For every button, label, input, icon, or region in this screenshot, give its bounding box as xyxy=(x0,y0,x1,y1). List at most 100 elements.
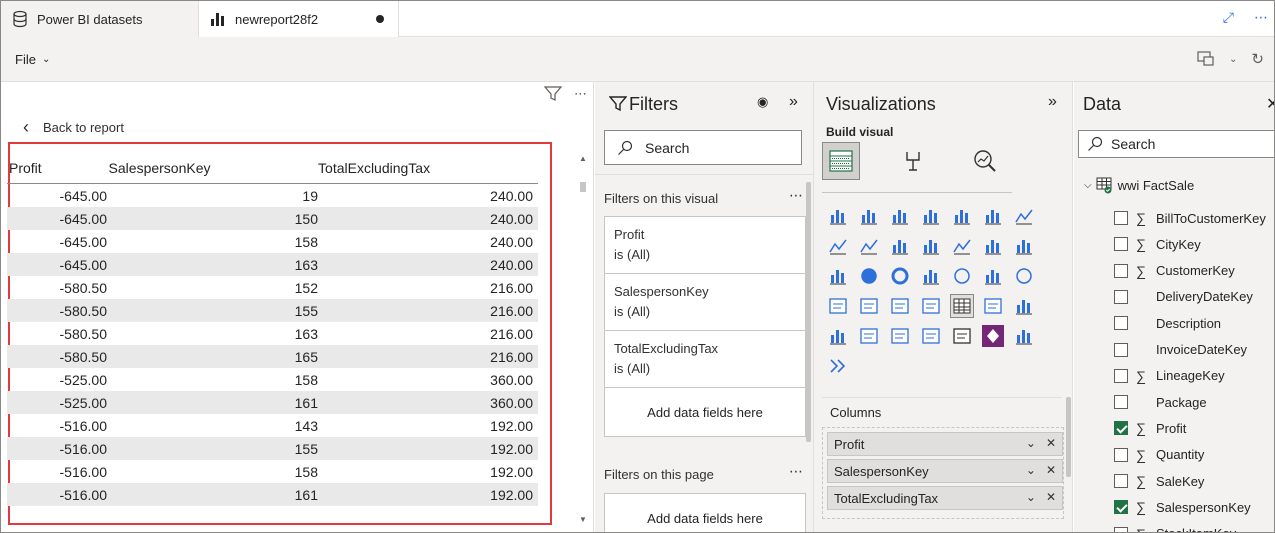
paginated-icon[interactable] xyxy=(950,324,974,348)
power-automate-icon[interactable] xyxy=(1012,324,1036,348)
matrix-icon[interactable] xyxy=(981,294,1005,318)
view-options-icon[interactable] xyxy=(1197,51,1215,67)
filter-card-profit[interactable]: Profit is (All) xyxy=(604,216,806,274)
add-data-fields-visual[interactable]: Add data fields here xyxy=(604,387,806,437)
100-bar-icon[interactable] xyxy=(950,204,974,228)
expand-icon[interactable]: ⤢ xyxy=(1223,9,1234,26)
ribbon-icon[interactable] xyxy=(950,234,974,258)
field-item-deliverydatekey[interactable]: DeliveryDateKey xyxy=(1114,286,1253,308)
scatter-icon[interactable] xyxy=(826,264,850,288)
chevron-down-icon[interactable]: ⌄ xyxy=(1229,54,1237,65)
field-item-package[interactable]: Package xyxy=(1114,391,1207,413)
treemap-icon[interactable] xyxy=(919,264,943,288)
field-item-customerkey[interactable]: ∑ CustomerKey xyxy=(1114,260,1235,282)
checkbox[interactable] xyxy=(1114,526,1128,532)
stacked-bar-icon[interactable] xyxy=(826,204,850,228)
collapse-chevron-icon[interactable]: » xyxy=(789,93,798,111)
scroll-thumb[interactable] xyxy=(580,182,586,192)
more-visuals-icon[interactable] xyxy=(826,354,850,378)
checkbox-checked[interactable] xyxy=(1114,421,1128,436)
filters-scrollbar[interactable] xyxy=(806,182,811,442)
file-menu-button[interactable]: File ⌄ xyxy=(15,52,50,67)
checkbox[interactable] xyxy=(1114,368,1128,383)
tab-newreport[interactable]: newreport28f2 xyxy=(199,1,399,37)
table-icon[interactable] xyxy=(950,294,974,318)
close-icon[interactable]: ✕ xyxy=(1046,463,1056,477)
line-clustered-icon[interactable] xyxy=(919,234,943,258)
clustered-column-icon[interactable] xyxy=(919,204,943,228)
donut-icon[interactable] xyxy=(888,264,912,288)
more-options-icon[interactable]: ⋯ xyxy=(1254,9,1268,26)
refresh-icon[interactable]: ↻ xyxy=(1251,50,1264,68)
field-item-salespersonkey[interactable]: ∑ SalespersonKey xyxy=(1114,496,1251,518)
stacked-area-icon[interactable] xyxy=(857,234,881,258)
field-item-lineagekey[interactable]: ∑ LineageKey xyxy=(1114,365,1225,387)
field-item-description[interactable]: Description xyxy=(1114,312,1221,334)
field-item-salekey[interactable]: ∑ SaleKey xyxy=(1114,470,1204,492)
well-item-totalexcludingtax[interactable]: TotalExcludingTax ⌄ ✕ xyxy=(827,486,1063,510)
build-visual-tab-icon[interactable] xyxy=(822,142,860,180)
more-options-icon[interactable]: ⋯ xyxy=(574,86,587,102)
eye-icon[interactable]: ◉ xyxy=(757,94,768,110)
field-item-quantity[interactable]: ∑ Quantity xyxy=(1114,444,1204,466)
kpi-icon[interactable] xyxy=(888,294,912,318)
100-column-icon[interactable] xyxy=(981,204,1005,228)
filter-card-totalexcludingtax[interactable]: TotalExcludingTax is (All) xyxy=(604,330,806,388)
table-node[interactable]: ⌵ wwi FactSale xyxy=(1084,176,1194,194)
checkbox[interactable] xyxy=(1114,447,1128,462)
slicer-icon[interactable] xyxy=(919,294,943,318)
format-visual-tab-icon[interactable] xyxy=(894,142,932,180)
close-icon[interactable]: ✕ xyxy=(1046,436,1056,450)
checkbox[interactable] xyxy=(1114,237,1128,252)
field-item-stockitemkey[interactable]: ∑ StockItemKey xyxy=(1114,523,1236,532)
smart-narrative-icon[interactable] xyxy=(888,324,912,348)
multi-row-card-icon[interactable] xyxy=(857,294,881,318)
table-scrollbar[interactable]: ▲ ▼ xyxy=(578,154,588,524)
field-item-billtocustomerkey[interactable]: ∑ BillToCustomerKey xyxy=(1114,207,1266,229)
scroll-down-icon[interactable]: ▼ xyxy=(579,515,587,524)
chevron-down-icon[interactable]: ⌄ xyxy=(1026,436,1036,450)
power-apps-icon[interactable] xyxy=(981,324,1005,348)
gauge-icon[interactable] xyxy=(1012,264,1036,288)
scroll-up-icon[interactable]: ▲ xyxy=(579,154,587,163)
collapse-chevron-icon[interactable]: » xyxy=(1048,93,1057,111)
add-data-fields-page[interactable]: Add data fields here xyxy=(604,493,806,532)
decomposition-icon[interactable] xyxy=(1012,294,1036,318)
card-icon[interactable] xyxy=(826,294,850,318)
more-options-icon[interactable]: ⋯ xyxy=(789,187,803,204)
line-column-icon[interactable] xyxy=(888,234,912,258)
chevron-down-icon[interactable]: ⌄ xyxy=(1026,463,1036,477)
checkbox[interactable] xyxy=(1114,263,1128,278)
close-icon[interactable]: ✕ xyxy=(1266,94,1274,114)
field-item-citykey[interactable]: ∑ CityKey xyxy=(1114,233,1201,255)
checkbox[interactable] xyxy=(1114,211,1128,225)
filled-map-icon[interactable] xyxy=(981,264,1005,288)
chevron-down-icon[interactable]: ⌄ xyxy=(1026,490,1036,504)
viz-scrollbar[interactable] xyxy=(1066,397,1071,477)
checkbox[interactable] xyxy=(1114,474,1128,488)
clustered-bar-icon[interactable] xyxy=(888,204,912,228)
data-search-input[interactable]: Search xyxy=(1078,130,1274,158)
more-options-icon[interactable]: ⋯ xyxy=(789,463,803,480)
filter-icon[interactable] xyxy=(544,86,562,102)
checkbox[interactable] xyxy=(1114,316,1128,331)
line-icon[interactable] xyxy=(1012,204,1036,228)
close-icon[interactable]: ✕ xyxy=(1046,490,1056,504)
stacked-column-icon[interactable] xyxy=(857,204,881,228)
area-icon[interactable] xyxy=(826,234,850,258)
key-influencers-icon[interactable] xyxy=(826,324,850,348)
filter-card-salespersonkey[interactable]: SalespersonKey is (All) xyxy=(604,273,806,331)
checkbox[interactable] xyxy=(1114,342,1128,357)
goals-icon[interactable] xyxy=(919,324,943,348)
field-item-profit[interactable]: ∑ Profit xyxy=(1114,417,1186,439)
analytics-tab-icon[interactable] xyxy=(966,142,1004,180)
funnel-icon[interactable] xyxy=(1012,234,1036,258)
map-icon[interactable] xyxy=(950,264,974,288)
checkbox-checked[interactable] xyxy=(1114,500,1128,515)
well-item-salespersonkey[interactable]: SalespersonKey ⌄ ✕ xyxy=(827,459,1063,483)
chevron-down-icon[interactable]: ⌵ xyxy=(1084,180,1092,191)
column-header-salespersonkey[interactable]: SalespersonKey xyxy=(109,160,218,176)
field-item-invoicedatekey[interactable]: InvoiceDateKey xyxy=(1114,339,1247,361)
qa-icon[interactable] xyxy=(857,324,881,348)
waterfall-icon[interactable] xyxy=(981,234,1005,258)
